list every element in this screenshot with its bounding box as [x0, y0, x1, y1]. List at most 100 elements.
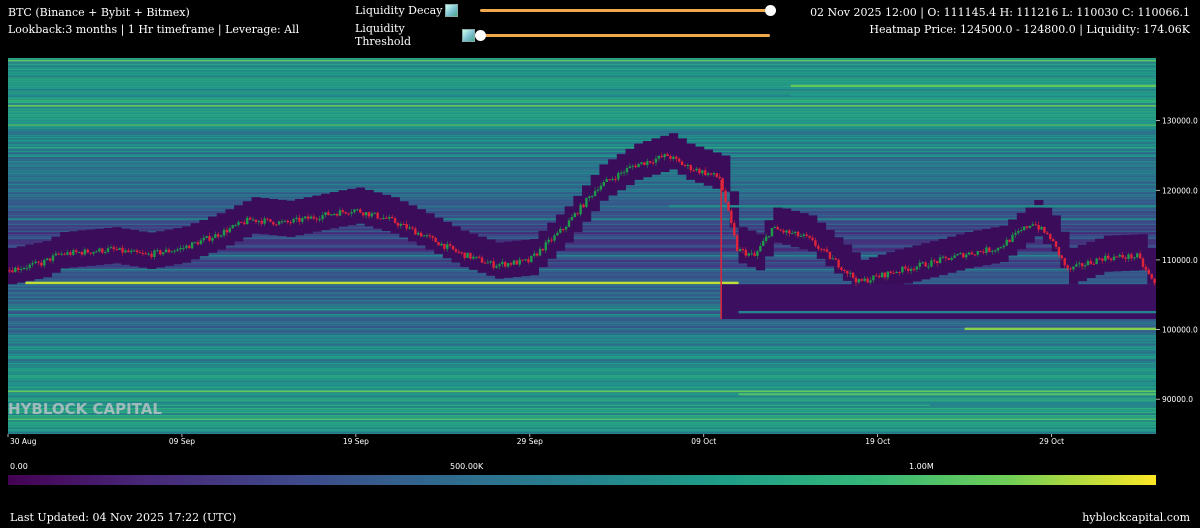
heatmap-band — [8, 360, 1156, 363]
candle-body — [54, 253, 58, 256]
ohlc-readout: 02 Nov 2025 12:00 | O: 111145.4 H: 11121… — [810, 6, 1190, 19]
candle-body — [515, 260, 519, 265]
candle-body — [115, 249, 118, 251]
heatmap-band — [8, 427, 1156, 429]
heatmap-band — [8, 58, 1156, 60]
candle-body — [933, 260, 936, 262]
candle-body — [335, 213, 339, 216]
candle-body — [277, 221, 281, 225]
candle-body — [521, 259, 524, 261]
heatmap-band — [8, 336, 1156, 339]
consumed-liquidity-zone — [738, 227, 748, 264]
site-link[interactable]: hyblockcapital.com — [1082, 511, 1190, 524]
consumed-liquidity-zone — [434, 217, 444, 254]
candle-body — [750, 253, 753, 255]
candle-body — [150, 253, 153, 257]
consumed-liquidity-zone — [747, 230, 757, 267]
candle-body — [651, 162, 655, 164]
heatmap-band — [8, 183, 1156, 186]
candle-body — [211, 238, 214, 241]
broken-image-icon — [445, 3, 458, 17]
y-axis: 130000.0 120000.0 110000.0 100000.0 90000.0 — [1156, 117, 1198, 404]
candle-body — [182, 247, 185, 249]
candle-body — [1118, 254, 1122, 257]
heatmap-band — [8, 162, 1156, 165]
heatmap-band — [8, 77, 1156, 79]
consumed-liquidity-zone — [782, 208, 792, 245]
heatmap-band — [8, 111, 1156, 114]
candle-body — [814, 240, 817, 246]
consumed-liquidity-zone — [468, 233, 479, 270]
candle-body — [217, 234, 220, 237]
candle-body — [480, 257, 484, 263]
candle-body — [83, 249, 87, 255]
heatmap-band — [8, 64, 1156, 67]
candle-body — [735, 235, 739, 252]
heatmap-band — [8, 80, 1156, 83]
heatmap-band — [8, 68, 1156, 71]
candle-body — [1150, 274, 1153, 279]
candle-body — [762, 240, 765, 246]
consumed-liquidity-zone — [138, 231, 148, 268]
consumed-liquidity-zone — [77, 230, 87, 267]
candle-body — [892, 272, 895, 274]
liquidity-colorbar — [8, 475, 1156, 485]
candle-body — [379, 218, 382, 220]
candle-body — [292, 219, 295, 223]
liquidity-level — [25, 281, 739, 285]
liquidity-decay-slider[interactable] — [480, 5, 776, 16]
candle-body — [318, 219, 321, 221]
candle-body — [956, 254, 959, 256]
liquidity-threshold-slider-handle[interactable] — [475, 30, 486, 41]
candle-body — [405, 224, 408, 229]
candle-body — [1086, 260, 1090, 266]
cleared-liquidity-zone — [721, 284, 1156, 320]
heatmap-band — [8, 172, 1156, 175]
heatmap-band — [8, 333, 1156, 335]
candle-body — [866, 278, 869, 283]
heatmap-band — [8, 181, 1156, 184]
consumed-liquidity-zone — [129, 229, 139, 267]
candle-body — [1063, 258, 1066, 266]
candle-body — [440, 243, 443, 246]
heatmap-band — [8, 120, 1156, 123]
heatmap-band — [8, 367, 1156, 370]
consumed-liquidity-zone — [677, 138, 687, 175]
consumed-liquidity-zone — [416, 209, 426, 246]
candle-body — [1011, 234, 1014, 242]
candle-body — [1133, 257, 1136, 259]
heatmap-band — [8, 383, 1156, 386]
candle-body — [1028, 225, 1032, 228]
candle-body — [1115, 256, 1119, 258]
candle-body — [967, 252, 971, 255]
liquidity-level — [790, 84, 1156, 88]
liquidation-heatmap-chart[interactable]: HYBLOCK CAPITAL 130000.0 120000.0 110000.0… — [0, 55, 1200, 455]
candle-body — [611, 179, 614, 181]
heatmap-band — [8, 352, 1156, 354]
heatmap-band — [8, 105, 1156, 107]
candle-body — [822, 249, 826, 251]
heatmap-band — [8, 99, 1156, 102]
candle-body — [533, 253, 536, 256]
colorbar-label-mid: 500.00K — [450, 462, 484, 471]
liquidity-decay-slider-handle[interactable] — [765, 5, 776, 16]
heatmap-band — [8, 374, 1156, 377]
candle-body — [144, 253, 147, 255]
candle-body — [805, 234, 808, 236]
candle-body — [460, 252, 463, 254]
watermark: HYBLOCK CAPITAL — [8, 400, 162, 418]
liquidity-level — [929, 403, 1156, 406]
candle-body — [315, 218, 318, 220]
candle-body — [504, 261, 507, 267]
candle-body — [124, 250, 127, 253]
x-axis: 30 Aug 09 Sep 19 Sep 29 Sep 09 Oct 19 Oct 29 O… — [7, 434, 1064, 446]
liquidity-threshold-slider[interactable] — [475, 30, 770, 41]
candle-body — [976, 251, 979, 255]
candle-body — [973, 254, 977, 256]
candle-body — [138, 252, 142, 254]
candle-body — [118, 247, 121, 250]
candle-body — [959, 253, 962, 255]
candle-body — [817, 245, 820, 249]
candle-body — [469, 252, 472, 259]
candle-body — [121, 247, 124, 253]
